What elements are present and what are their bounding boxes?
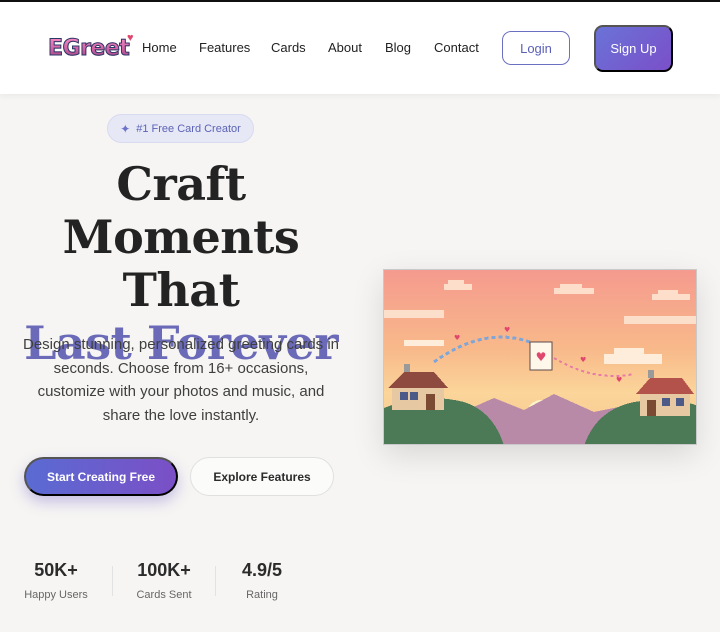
nav-features[interactable]: Features: [199, 40, 250, 55]
stat-users: 50K+ Happy Users: [20, 560, 92, 601]
stat-value: 50K+: [34, 560, 78, 580]
hero-description: Design stunning, personalized greeting c…: [22, 336, 340, 424]
nav-contact[interactable]: Contact: [434, 40, 479, 55]
greeting-card-icon: ♥: [529, 341, 553, 371]
stat-divider: [215, 566, 216, 596]
logo-text: EGreet: [47, 36, 130, 62]
start-creating-button[interactable]: Start Creating Free: [24, 457, 178, 496]
svg-text:♥: ♥: [454, 334, 460, 342]
svg-text:♥: ♥: [580, 356, 586, 364]
nav-cards[interactable]: Cards: [271, 40, 306, 55]
sparkle-icon: ✦: [120, 121, 131, 136]
signup-button[interactable]: Sign Up: [594, 25, 673, 72]
logo[interactable]: EGreet ♥: [47, 32, 133, 64]
nav-blog[interactable]: Blog: [385, 40, 411, 55]
svg-text:♥: ♥: [616, 376, 622, 384]
badge-label: #1 Free Card Creator: [136, 122, 241, 135]
stat-label: Happy Users: [24, 589, 88, 601]
svg-text:♥: ♥: [536, 350, 547, 364]
stat-divider: [112, 566, 113, 596]
svg-text:♥: ♥: [504, 326, 510, 334]
stat-value: 100K+: [137, 560, 191, 580]
stat-label: Rating: [246, 589, 278, 601]
title-line-1: Craft Moments: [62, 157, 300, 264]
stat-rating: 4.9/5 Rating: [230, 560, 294, 601]
nav-about[interactable]: About: [328, 40, 362, 55]
navbar: EGreet ♥ Home Features Cards About Blog …: [0, 2, 720, 94]
login-button[interactable]: Login: [502, 31, 570, 65]
nav-home[interactable]: Home: [142, 40, 177, 55]
explore-features-button[interactable]: Explore Features: [190, 457, 334, 496]
stat-label: Cards Sent: [136, 589, 192, 601]
heart-icon: ♥: [127, 32, 134, 44]
hero-illustration: ♥ ♥ ♥ ♥ ♥: [383, 269, 697, 445]
stat-value: 4.9/5: [241, 560, 283, 580]
title-line-2: That: [122, 263, 240, 317]
hero-badge: ✦ #1 Free Card Creator: [107, 114, 254, 143]
stat-cards-sent: 100K+ Cards Sent: [128, 560, 200, 601]
